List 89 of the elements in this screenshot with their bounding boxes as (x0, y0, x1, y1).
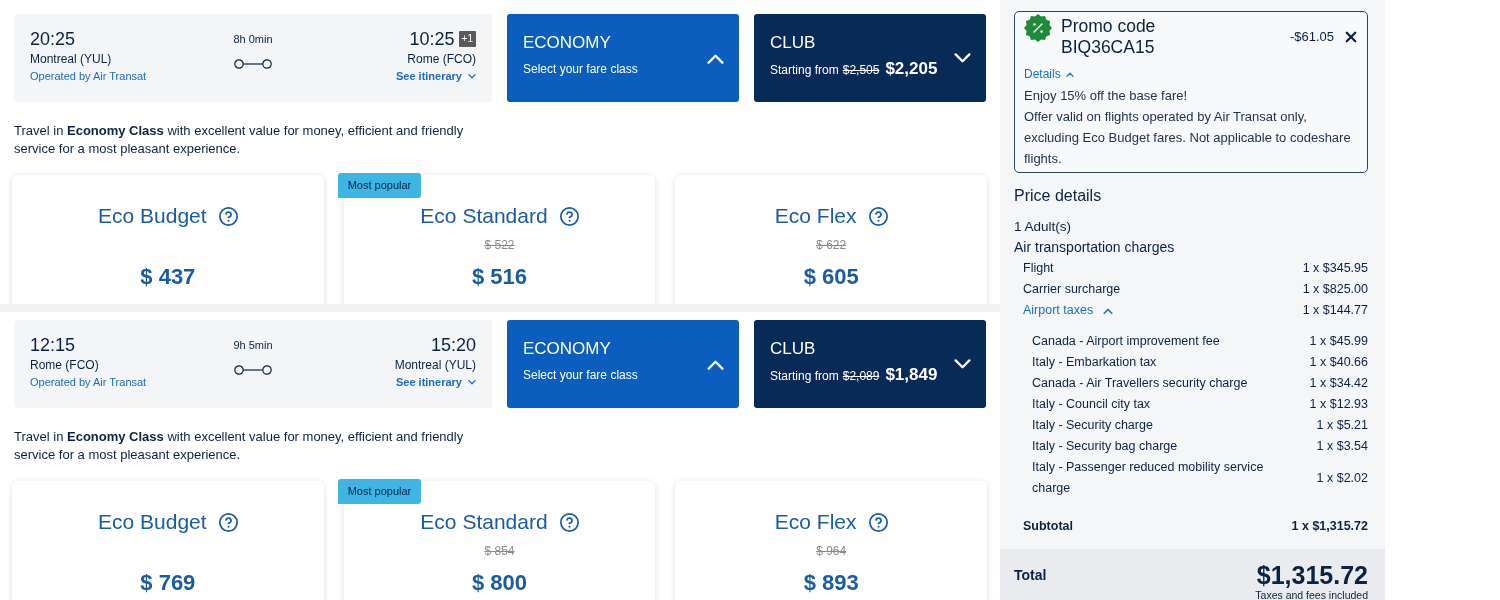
route-line-icon (234, 59, 272, 69)
fare-card[interactable]: Eco Budget $ 437 (12, 175, 324, 304)
tax-label: Italy - Embarkation tax (1032, 354, 1157, 371)
departure-time: 20:25 (30, 28, 76, 50)
charge-label: Flight (1023, 260, 1054, 277)
fare-name: Eco Flex (774, 509, 857, 535)
chevron-down-icon (468, 380, 476, 385)
help-icon[interactable] (559, 512, 579, 532)
subtotal-amount: 1 x $1,315.72 (1291, 518, 1368, 535)
fare-name: Eco Flex (774, 203, 857, 229)
tax-amount: 1 x $12.93 (1309, 396, 1368, 413)
departure-airport: Rome (FCO) (30, 357, 99, 374)
description-text: Travel in Economy Class with excellent value for money, efficient and friendly service for a most pleasant experience. (14, 122, 465, 158)
cabin-class-button[interactable]: ECONOMY Select your fare class (507, 320, 739, 408)
see-itinerary-link[interactable]: See itinerary (395, 374, 476, 391)
fare-price: $ 516 (471, 263, 527, 291)
cabin-class-button[interactable]: CLUB Starting from $2,089 $1,849 (754, 320, 986, 408)
tax-amount: 1 x $45.99 (1309, 333, 1368, 350)
section-title: Air transportation charges (1014, 238, 1176, 257)
description-text: Travel in Economy Class with excellent value for money, efficient and friendly service for a most pleasant experience. (14, 428, 465, 464)
fare-price: $ 800 (471, 569, 527, 597)
fare-card[interactable]: Eco Flex $ 964 $ 893 (675, 481, 987, 600)
cabin-class-button[interactable]: ECONOMY Select your fare class (507, 14, 739, 102)
details-link[interactable]: Details (1024, 65, 1074, 83)
route-line-icon (234, 365, 272, 375)
duration-text: 9h 5min (233, 338, 273, 352)
tax-label: Canada - Airport improvement fee (1032, 333, 1220, 350)
promo-details-text: Enjoy 15% off the base fare! (1024, 87, 1189, 105)
fare-card[interactable]: Eco Budget $ 769 (12, 481, 324, 600)
charge-amount: 1 x $825.00 (1302, 281, 1368, 298)
tax-label: Italy - Council city tax (1032, 396, 1151, 413)
fare-name: Eco Budget (98, 509, 207, 535)
promo-title: Promo code (1061, 16, 1156, 37)
fare-name: Eco Standard (420, 509, 548, 535)
departure-airport: Montreal (YUL) (30, 51, 112, 68)
fare-price: $ 605 (803, 263, 859, 291)
tax-amount: 1 x $5.21 (1316, 417, 1368, 434)
old-price: $ 964 (816, 543, 847, 559)
old-price: $ 522 (484, 237, 515, 253)
tax-amount: 1 x $40.66 (1309, 354, 1368, 371)
charge-label: Carrier surcharge (1023, 281, 1121, 298)
passenger-count: 1 Adult(s) (1014, 218, 1073, 236)
tax-amount: 1 x $3.54 (1316, 438, 1368, 455)
help-icon[interactable] (868, 206, 888, 226)
cabin-class-button[interactable]: CLUB Starting from $2,505 $2,205 (754, 14, 986, 102)
arrival-airport: Rome (FCO) (407, 51, 476, 68)
popular-badge: Most popular (337, 479, 422, 504)
fare-price: $ 893 (803, 569, 859, 597)
tax-label: Italy - Security bag charge (1032, 438, 1178, 455)
tax-amount: 1 x $34.42 (1309, 375, 1368, 392)
help-icon[interactable] (559, 206, 579, 226)
tax-amount: 1 x $2.02 (1316, 469, 1368, 487)
popular-badge: Most popular (337, 173, 422, 198)
help-icon[interactable] (868, 512, 888, 532)
discount-seal-icon (1024, 14, 1052, 42)
help-icon[interactable] (218, 206, 238, 226)
close-icon[interactable] (1345, 31, 1357, 43)
airport-taxes-toggle[interactable]: Airport taxes (1023, 300, 1114, 321)
total-label: Total (1014, 566, 1047, 585)
fare-name: Eco Budget (98, 203, 207, 229)
promo-code: BIQ36CA15 (1061, 37, 1156, 58)
discount-amount: -$61.05 (1289, 29, 1334, 45)
chevron-down-icon (468, 74, 476, 79)
tax-label: Italy - Passenger reduced mobility service charge (1032, 459, 1265, 497)
see-itinerary-link[interactable]: See itinerary (395, 68, 476, 85)
operator-text: Operated by Air Transat (30, 69, 147, 84)
arrival-time: 10:25 (409, 28, 455, 50)
day-offset-badge: +1 (458, 31, 476, 47)
subtotal-label: Subtotal (1023, 518, 1073, 535)
tax-label: Italy - Security charge (1032, 417, 1153, 434)
arrival-airport: Montreal (YUL) (394, 357, 476, 374)
charge-amount: 1 x $345.95 (1302, 260, 1368, 277)
old-price: $ 622 (816, 237, 847, 253)
fare-name: Eco Standard (420, 203, 548, 229)
arrival-time: 15:20 (430, 334, 476, 356)
tax-label: Canada - Air Travellers security charge (1032, 375, 1248, 392)
total-note: Taxes and fees included (1255, 589, 1368, 600)
charge-amount: 1 x $144.77 (1302, 302, 1368, 319)
fare-card[interactable]: Eco Flex $ 622 $ 605 (675, 175, 987, 304)
help-icon[interactable] (218, 512, 238, 532)
total-amount: $1,315.72 (1256, 561, 1368, 589)
departure-time: 12:15 (30, 334, 76, 356)
fare-price: $ 769 (140, 569, 196, 597)
old-price: $ 854 (484, 543, 515, 559)
operator-text: Operated by Air Transat (30, 375, 147, 390)
fare-price: $ 437 (140, 263, 196, 291)
price-details-title: Price details (1014, 186, 1103, 206)
promo-details-text: Offer valid on flights operated by Air Transat only, excluding Eco Budget fares. Not applicable to codeshare flights. (1024, 108, 1352, 168)
duration-text: 8h 0min (233, 32, 273, 46)
